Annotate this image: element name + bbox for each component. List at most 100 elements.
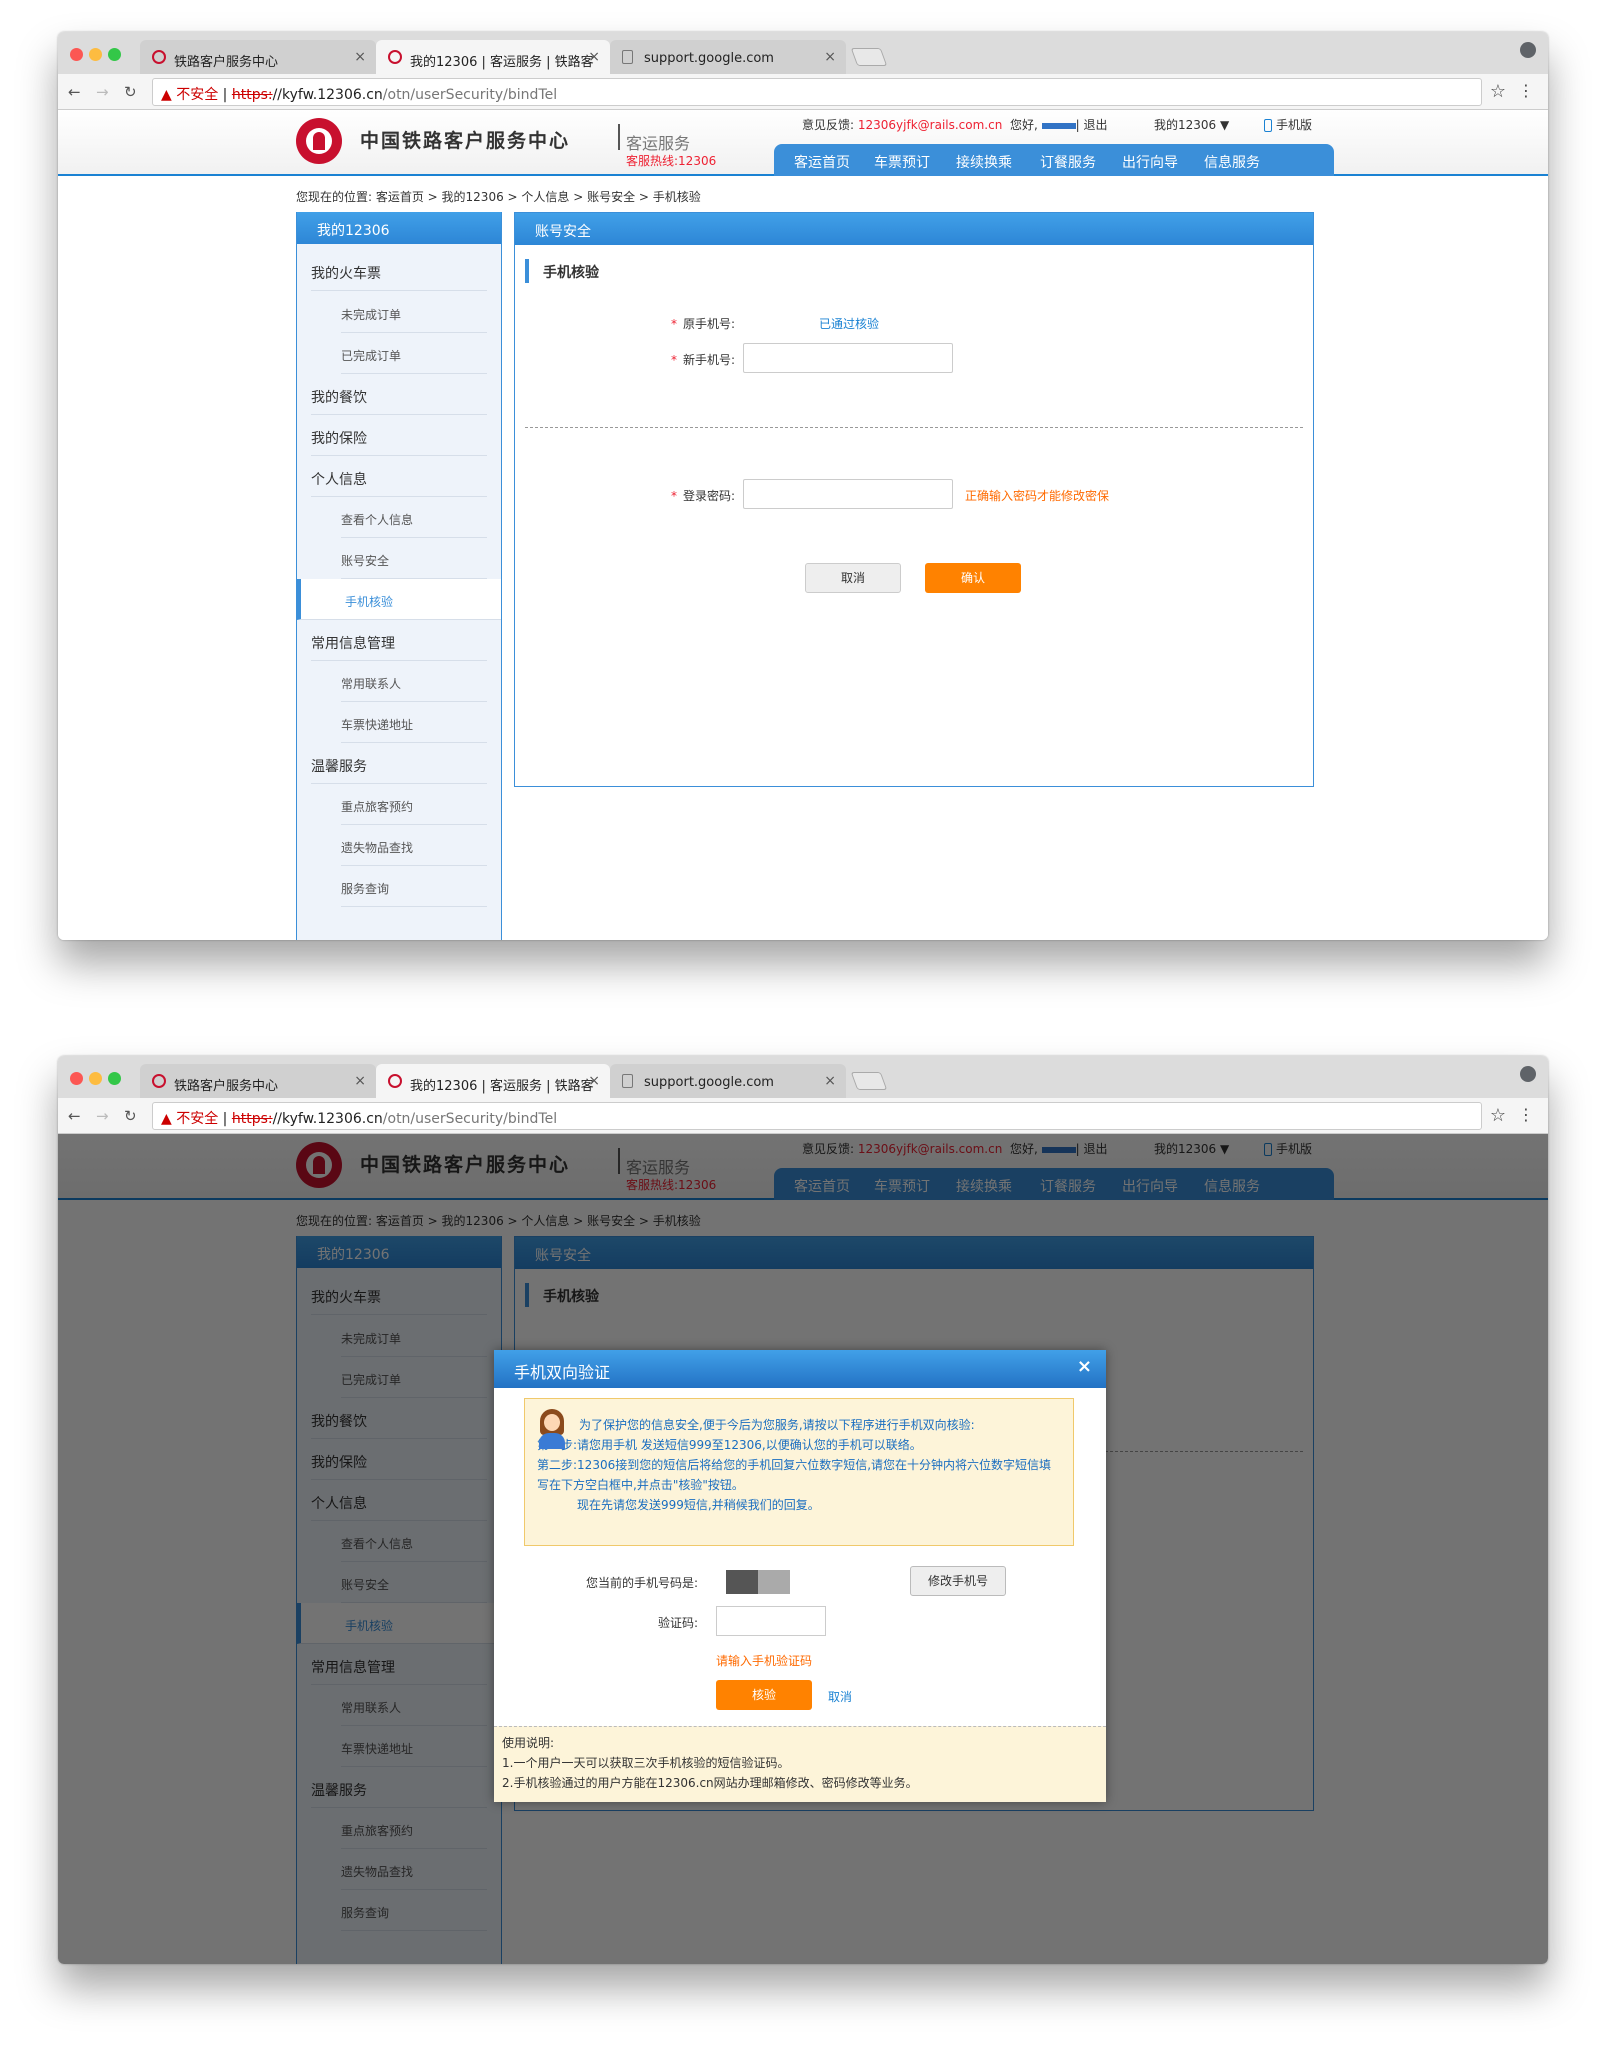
- new-tab-button[interactable]: [850, 1072, 888, 1090]
- tab-close-icon[interactable]: ×: [588, 49, 600, 65]
- back-icon[interactable]: ←: [68, 1107, 81, 1125]
- profile-icon[interactable]: [1520, 1066, 1536, 1082]
- tab-title: support.google.com: [644, 1075, 774, 1090]
- new-tab-button[interactable]: [850, 48, 888, 66]
- label-text: 新手机号:: [682, 353, 735, 367]
- site-name: 中国铁路客户服务中心: [360, 130, 571, 152]
- site-subtitle: 客运服务: [626, 134, 691, 153]
- old-phone-status: 已通过核验: [819, 317, 880, 331]
- maximize-window-icon[interactable]: [108, 48, 121, 61]
- mobile-version-link[interactable]: 手机版: [1264, 116, 1312, 133]
- nav-transfer[interactable]: 接续换乘: [956, 152, 1012, 172]
- password-note: 正确输入密码才能修改密保: [965, 489, 1110, 503]
- sidebar-item-view-personal-info[interactable]: 查看个人信息: [341, 497, 487, 538]
- nav-meal[interactable]: 订餐服务: [1040, 152, 1096, 172]
- logout-link[interactable]: | 退出: [1076, 118, 1108, 132]
- tab-close-icon[interactable]: ×: [824, 49, 836, 65]
- forward-icon[interactable]: →: [96, 83, 109, 101]
- sidebar-item-lost-found[interactable]: 遗失物品查找: [341, 825, 487, 866]
- tab-close-icon[interactable]: ×: [354, 49, 366, 65]
- notice-intro: 为了保护您的信息安全,便于今后为您服务,请按以下程序进行手机双向核验:: [579, 1418, 975, 1432]
- browser-menu-icon[interactable]: ⋮: [1518, 1105, 1534, 1124]
- usage-title: 使用说明:: [502, 1736, 555, 1750]
- verification-code-input[interactable]: [716, 1606, 826, 1636]
- sidebar-item-unfinished-orders[interactable]: 未完成订单: [341, 292, 487, 333]
- minimize-window-icon[interactable]: [89, 48, 102, 61]
- bookmark-star-icon[interactable]: ☆: [1490, 1105, 1506, 1126]
- railway-logo-icon[interactable]: [296, 118, 342, 164]
- reload-icon[interactable]: ↻: [124, 1107, 137, 1125]
- minimize-window-icon[interactable]: [89, 1072, 102, 1085]
- feedback-email-link[interactable]: 12306yjfk@rails.com.cn: [858, 118, 1002, 132]
- modify-phone-button[interactable]: 修改手机号: [910, 1566, 1006, 1596]
- sidebar-item-phone-verify[interactable]: 手机核验: [297, 579, 501, 620]
- not-secure-warning[interactable]: ▲ 不安全: [161, 1111, 218, 1127]
- nav-travel-guide[interactable]: 出行向导: [1122, 152, 1178, 172]
- url-path: /otn/userSecurity/bindTel: [382, 1111, 558, 1127]
- sidebar-item-delivery-address[interactable]: 车票快递地址: [341, 702, 487, 743]
- my12306-dropdown[interactable]: 我的12306 ▼: [1154, 116, 1229, 133]
- dialog-title: 手机双向验证: [494, 1350, 1106, 1388]
- sidebar-item-finished-orders[interactable]: 已完成订单: [341, 333, 487, 374]
- browser-tab-12306-home[interactable]: 铁路客户服务中心 ×: [140, 1064, 376, 1098]
- sidebar-item-my-insurance[interactable]: 我的保险: [311, 415, 487, 456]
- label-text: 登录密码:: [682, 489, 735, 503]
- forward-icon[interactable]: →: [96, 1107, 109, 1125]
- dialog-cancel-link[interactable]: 取消: [828, 1688, 852, 1705]
- notice-now: 现在先请您发送999短信,并稍候我们的回复。: [577, 1498, 820, 1512]
- browser-tab-my12306[interactable]: 我的12306 | 客运服务 | 铁路客 ×: [376, 1064, 610, 1098]
- new-phone-input[interactable]: [743, 343, 953, 373]
- password-input[interactable]: [743, 479, 953, 509]
- close-window-icon[interactable]: [70, 1072, 83, 1085]
- sidebar-item-warm-service[interactable]: 温馨服务: [311, 743, 487, 784]
- reload-icon[interactable]: ↻: [124, 83, 137, 101]
- dialog-close-icon[interactable]: ×: [1077, 1356, 1092, 1377]
- browser-tab-my12306[interactable]: 我的12306 | 客运服务 | 铁路客 ×: [376, 40, 610, 74]
- url-bar-row: ← → ↻ ▲ 不安全 | https://kyfw.12306.cn/otn/…: [58, 1098, 1548, 1134]
- tab-close-icon[interactable]: ×: [824, 1073, 836, 1089]
- verify-button[interactable]: 核验: [716, 1680, 812, 1710]
- phone-verify-dialog: 手机双向验证 × 为了保护您的信息安全,便于今后为您服务,请按以下程序进行手机双…: [494, 1350, 1106, 1802]
- back-icon[interactable]: ←: [68, 83, 81, 101]
- sidebar-item-my-tickets[interactable]: 我的火车票: [311, 250, 487, 291]
- url-domain: //kyfw.12306.cn: [272, 87, 383, 103]
- not-secure-warning[interactable]: ▲ 不安全: [161, 87, 218, 103]
- breadcrumb: 您现在的位置: 客运首页 > 我的12306 > 个人信息 > 账号安全 > 手…: [296, 190, 701, 204]
- sidebar-item-account-security[interactable]: 账号安全: [341, 538, 487, 579]
- address-bar[interactable]: ▲ 不安全 | https://kyfw.12306.cn/otn/userSe…: [152, 1102, 1482, 1130]
- browser-menu-icon[interactable]: ⋮: [1518, 81, 1534, 100]
- browser-tab-12306-home[interactable]: 铁路客户服务中心 ×: [140, 40, 376, 74]
- mobile-label: 手机版: [1276, 118, 1313, 132]
- sidebar-item-service-query[interactable]: 服务查询: [341, 866, 487, 907]
- maximize-window-icon[interactable]: [108, 1072, 121, 1085]
- sidebar-item-my-meals[interactable]: 我的餐饮: [311, 374, 487, 415]
- notice-step2: 第二步:12306接到您的短信后将给您的手机回复六位数字短信,请您在十分钟内将六…: [537, 1458, 1052, 1492]
- nav-ticket-booking[interactable]: 车票预订: [874, 152, 930, 172]
- address-bar[interactable]: ▲ 不安全 | https://kyfw.12306.cn/otn/userSe…: [152, 78, 1482, 106]
- tab-close-icon[interactable]: ×: [354, 1073, 366, 1089]
- sidebar-item-priority-passenger[interactable]: 重点旅客预约: [341, 784, 487, 825]
- sidebar-item-personal-info[interactable]: 个人信息: [311, 456, 487, 497]
- hotline: 客服热线:12306: [626, 154, 717, 168]
- document-icon: [622, 50, 633, 64]
- confirm-button[interactable]: 确认: [925, 563, 1021, 593]
- sidebar: 我的12306 我的火车票 未完成订单 已完成订单 我的餐饮 我的保险 个人信息…: [296, 212, 502, 940]
- cancel-button[interactable]: 取消: [805, 563, 901, 593]
- usage-item: 2.手机核验通过的用户方能在12306.cn网站办理邮箱修改、密码修改等业务。: [502, 1776, 918, 1790]
- divider: [525, 427, 1303, 428]
- close-window-icon[interactable]: [70, 48, 83, 61]
- tab-close-icon[interactable]: ×: [588, 1073, 600, 1089]
- profile-icon[interactable]: [1520, 42, 1536, 58]
- sidebar-item-contacts[interactable]: 常用联系人: [341, 661, 487, 702]
- browser-tab-google-support[interactable]: support.google.com ×: [610, 40, 846, 74]
- tab-title: support.google.com: [644, 51, 774, 66]
- sidebar-item-common-info[interactable]: 常用信息管理: [311, 620, 487, 661]
- usage-notes: 使用说明: 1.一个用户一天可以获取三次手机核验的短信验证码。 2.手机核验通过…: [494, 1726, 1106, 1802]
- nav-info-service[interactable]: 信息服务: [1204, 152, 1260, 172]
- caret-down-icon: ▼: [1220, 118, 1230, 132]
- bookmark-star-icon[interactable]: ☆: [1490, 81, 1506, 102]
- document-icon: [622, 1074, 633, 1088]
- browser-tab-google-support[interactable]: support.google.com ×: [610, 1064, 846, 1098]
- required-mark: *: [670, 353, 677, 367]
- nav-home[interactable]: 客运首页: [794, 152, 850, 172]
